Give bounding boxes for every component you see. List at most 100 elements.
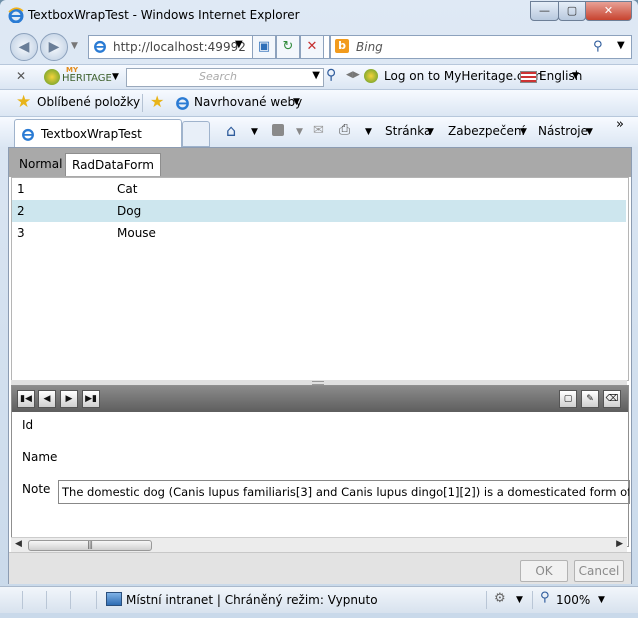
tree-icon — [364, 69, 378, 83]
tab-normal[interactable]: Normal — [13, 153, 68, 175]
favorites-bar: ★ Oblíbené položky ★ Navrhované weby ▼ — [0, 89, 638, 116]
scroll-left-icon[interactable]: ◀ — [15, 539, 22, 549]
status-separator — [532, 591, 533, 609]
delete-record-button[interactable]: ⌫ — [603, 390, 621, 408]
search-box[interactable]: b Bing ⚲ ▼ — [330, 35, 632, 59]
back-button[interactable]: ◀ — [10, 33, 38, 61]
row-id: 2 — [17, 204, 25, 218]
status-separator — [486, 591, 487, 609]
refresh-button[interactable]: ↻ — [276, 35, 300, 59]
address-url: http://localhost:49992 — [113, 40, 246, 54]
home-dropdown-icon[interactable]: ▼ — [251, 127, 258, 137]
address-dropdown-icon[interactable]: ▼ — [235, 39, 243, 50]
mail-icon[interactable]: ✉ — [313, 123, 324, 138]
id-label: Id — [22, 418, 34, 432]
window-title: TextboxWrapTest - Windows Internet Explo… — [28, 8, 300, 22]
status-separator — [22, 591, 23, 609]
search-placeholder: Bing — [356, 40, 383, 54]
toolbar-close-icon[interactable]: ✕ — [16, 69, 26, 83]
intranet-zone-icon — [106, 592, 122, 606]
new-tab-button[interactable] — [182, 121, 210, 147]
search-icon[interactable]: ⚲ — [593, 39, 603, 54]
scroll-grip-icon: ||| — [87, 540, 93, 549]
bing-icon: b — [335, 39, 349, 53]
language-dropdown-icon[interactable]: ▼ — [572, 71, 579, 81]
next-record-button[interactable]: ▶ — [60, 390, 78, 408]
row-name: Dog — [117, 204, 142, 218]
cancel-button[interactable]: Cancel — [574, 560, 624, 582]
stop-button[interactable]: ✕ — [300, 35, 324, 59]
table-row[interactable]: 2 Dog — [12, 200, 626, 222]
browser-window: TextboxWrapTest - Windows Internet Explo… — [0, 0, 638, 618]
myheritage-toolbar: ✕ MY HERITAGE ▼ Search ▼ ⚲ ◀▶ Log on to … — [0, 64, 638, 89]
table-row[interactable]: 1 Cat — [12, 178, 626, 200]
myheritage-logo-icon — [44, 69, 60, 85]
app-tab-strip: Normal RadDataForm — [9, 148, 631, 177]
dialog-button-bar: OK Cancel — [9, 552, 631, 584]
note-label: Note — [22, 482, 51, 496]
print-dropdown-icon[interactable]: ▼ — [365, 127, 372, 137]
suggested-sites-ie-icon — [176, 97, 189, 110]
tools-menu[interactable]: Nástroje — [538, 124, 588, 138]
page-content: Normal RadDataForm 1 Cat 2 Dog 3 Mouse ▮… — [8, 147, 632, 584]
favorites-star-icon: ★ — [16, 92, 32, 112]
protected-mode-dropdown-icon[interactable]: ▼ — [516, 595, 523, 605]
edit-record-button[interactable]: ✎ — [581, 390, 599, 408]
tools-menu-dropdown-icon[interactable]: ▼ — [586, 127, 593, 137]
security-menu-dropdown-icon[interactable]: ▼ — [520, 127, 527, 137]
last-record-button[interactable]: ▶▮ — [82, 390, 100, 408]
note-textbox[interactable]: The domestic dog (Canis lupus familiaris… — [58, 480, 630, 504]
toolbar-arrows-icon[interactable]: ◀▶ — [346, 70, 360, 80]
zoom-dropdown-icon[interactable]: ▼ — [598, 595, 605, 605]
first-record-button[interactable]: ▮◀ — [17, 390, 35, 408]
security-menu[interactable]: Zabezpečení — [448, 124, 525, 138]
myheritage-logo[interactable]: MY HERITAGE ▼ — [44, 66, 119, 86]
previous-record-button[interactable]: ◀ — [38, 390, 56, 408]
myheritage-search-icon[interactable]: ⚲ — [326, 67, 336, 83]
zone-status[interactable]: Místní intranet | Chráněný režim: Vypnut… — [126, 593, 378, 607]
row-id: 1 — [17, 182, 25, 196]
zoom-icon[interactable]: ⚲ — [540, 590, 550, 605]
compatibility-view-button[interactable]: ▣ — [252, 35, 276, 59]
tab-command-bar: TextboxWrapTest ⌂ ▼ ▼ ✉ ⎙ ▼ Stránka ▼ Za… — [0, 116, 638, 148]
history-dropdown-icon[interactable]: ▼ — [71, 41, 78, 51]
forward-button[interactable]: ▶ — [40, 33, 68, 61]
zoom-level[interactable]: 100% — [556, 593, 590, 607]
chevron-overflow-icon[interactable]: » — [616, 117, 624, 132]
suggested-sites-button[interactable]: Navrhované weby — [194, 95, 302, 109]
ie-logo-icon — [8, 7, 24, 23]
scroll-right-icon[interactable]: ▶ — [616, 539, 623, 549]
form-toolbar: ▮◀ ◀ ▶ ▶▮ ▢ ✎ ⌫ — [12, 386, 628, 412]
page-menu[interactable]: Stránka — [385, 124, 431, 138]
home-icon[interactable]: ⌂ — [226, 121, 236, 140]
tab-favicon-icon — [22, 128, 34, 141]
maximize-button[interactable]: ▢ — [558, 1, 586, 21]
logon-link[interactable]: Log on to MyHeritage.com — [384, 69, 543, 83]
new-record-button[interactable]: ▢ — [559, 390, 577, 408]
search-dropdown-icon[interactable]: ▼ — [617, 40, 625, 51]
page-menu-dropdown-icon[interactable]: ▼ — [427, 127, 434, 137]
row-id: 3 — [17, 226, 25, 240]
data-grid: 1 Cat 2 Dog 3 Mouse — [11, 177, 629, 381]
minimize-button[interactable]: — — [530, 1, 559, 21]
ok-button[interactable]: OK — [520, 560, 568, 582]
browser-tab[interactable]: TextboxWrapTest — [14, 119, 182, 148]
add-favorite-icon[interactable]: ★ — [150, 92, 164, 111]
close-button[interactable]: ✕ — [585, 1, 632, 21]
feeds-icon[interactable] — [272, 124, 284, 136]
myheritage-search-dropdown-icon[interactable]: ▼ — [312, 70, 320, 81]
page-favicon-icon — [94, 40, 106, 53]
table-row[interactable]: 3 Mouse — [12, 222, 626, 244]
logo-dropdown-icon[interactable]: ▼ — [112, 72, 119, 82]
print-icon[interactable]: ⎙ — [339, 122, 350, 138]
favorites-button[interactable]: Oblíbené položky — [37, 95, 140, 109]
horizontal-scrollbar[interactable]: ◀ ||| ▶ — [11, 537, 627, 552]
name-label: Name — [22, 450, 58, 464]
protected-mode-icon[interactable]: ⚙ — [494, 591, 506, 606]
feeds-dropdown-icon[interactable]: ▼ — [296, 127, 303, 137]
tab-raddataform[interactable]: RadDataForm — [65, 153, 161, 176]
myheritage-search-input[interactable]: Search ▼ — [126, 68, 324, 87]
status-separator — [70, 591, 71, 609]
suggested-dropdown-icon[interactable]: ▼ — [293, 97, 300, 107]
myheritage-search-placeholder: Search — [199, 70, 238, 83]
